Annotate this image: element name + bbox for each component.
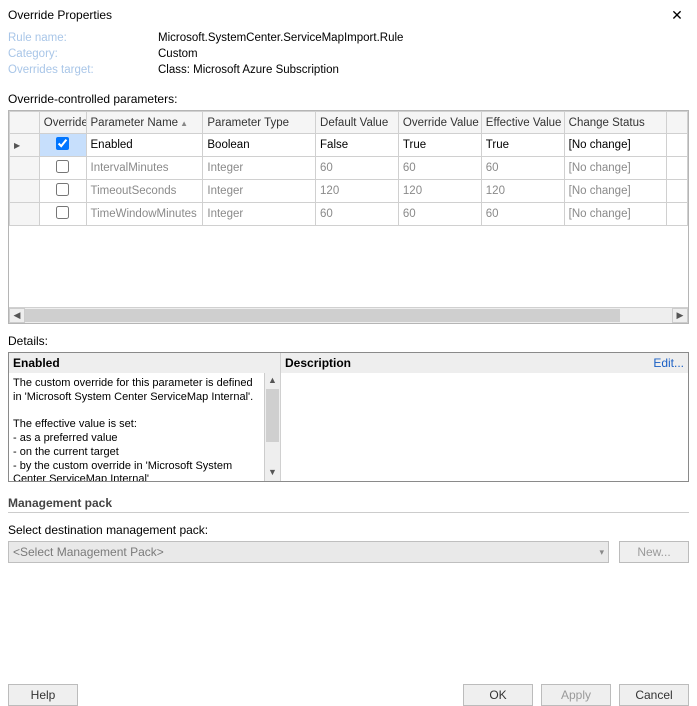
category-value: Custom — [158, 48, 198, 60]
override-checkbox[interactable] — [56, 183, 69, 196]
edit-link[interactable]: Edit... — [653, 356, 684, 370]
management-pack-select[interactable]: <Select Management Pack> ▾ — [8, 541, 609, 563]
cancel-button[interactable]: Cancel — [619, 684, 689, 706]
ok-button[interactable]: OK — [463, 684, 533, 706]
cell-effective-value: 60 — [481, 157, 564, 180]
cell-effective-value: True — [481, 134, 564, 157]
col-override-value[interactable]: Override Value — [398, 112, 481, 134]
footer-buttons: Help OK Apply Cancel — [8, 684, 689, 706]
overrides-target-label: Overrides target: — [8, 64, 158, 76]
cell-default-value: 60 — [316, 157, 399, 180]
row-header — [10, 180, 40, 203]
col-parameter-name[interactable]: Parameter Name▲ — [86, 112, 203, 134]
details-box: Enabled The custom override for this par… — [8, 352, 689, 482]
cell-parameter-name: TimeoutSeconds — [86, 180, 203, 203]
details-left-body: The custom override for this parameter i… — [9, 373, 280, 481]
management-pack-select-value: <Select Management Pack> — [13, 545, 164, 559]
col-end — [666, 112, 687, 134]
parameters-grid: Override Parameter Name▲ Parameter Type … — [8, 110, 689, 324]
details-v-scrollbar[interactable]: ▲ ▼ — [264, 373, 280, 481]
col-change-status[interactable]: Change Status — [564, 112, 666, 134]
cell-parameter-type: Boolean — [203, 134, 316, 157]
cell-parameter-name: IntervalMinutes — [86, 157, 203, 180]
cell-parameter-type: Integer — [203, 203, 316, 226]
scroll-left-icon[interactable]: ◀ — [9, 308, 25, 323]
chevron-down-icon: ▾ — [599, 547, 604, 558]
cell-parameter-type: Integer — [203, 180, 316, 203]
cell-parameter-name: Enabled — [86, 134, 203, 157]
col-override[interactable]: Override — [39, 112, 86, 134]
management-pack-label: Select destination management pack: — [8, 523, 689, 537]
cell-change-status: [No change] — [564, 157, 666, 180]
close-button[interactable]: ✕ — [665, 6, 689, 24]
row-header — [10, 157, 40, 180]
override-checkbox[interactable] — [56, 206, 69, 219]
details-right-header: Description — [285, 356, 351, 370]
cell-default-value: False — [316, 134, 399, 157]
cell-effective-value: 120 — [481, 180, 564, 203]
window-title: Override Properties — [8, 8, 112, 22]
cell-end — [666, 180, 687, 203]
cell-change-status: [No change] — [564, 203, 666, 226]
table-row[interactable]: EnabledBooleanFalseTrueTrue[No change] — [10, 134, 688, 157]
cell-default-value: 120 — [316, 180, 399, 203]
override-checkbox-cell[interactable] — [39, 180, 86, 203]
new-button[interactable]: New... — [619, 541, 689, 563]
rule-name-value: Microsoft.SystemCenter.ServiceMapImport.… — [158, 32, 403, 44]
details-label: Details: — [0, 324, 697, 352]
sort-asc-icon: ▲ — [180, 119, 188, 128]
col-parameter-name-label: Parameter Name — [91, 117, 179, 129]
table-row[interactable]: TimeWindowMinutesInteger606060[No change… — [10, 203, 688, 226]
override-checkbox-cell[interactable] — [39, 203, 86, 226]
grid-h-scrollbar[interactable]: ◀ ▶ — [9, 307, 688, 323]
scroll-down-icon[interactable]: ▼ — [265, 465, 280, 481]
cell-change-status: [No change] — [564, 180, 666, 203]
row-header — [10, 203, 40, 226]
cell-override-value[interactable]: True — [398, 134, 481, 157]
col-default-value[interactable]: Default Value — [316, 112, 399, 134]
col-parameter-type[interactable]: Parameter Type — [203, 112, 316, 134]
override-checkbox-cell[interactable] — [39, 157, 86, 180]
scroll-right-icon[interactable]: ▶ — [672, 308, 688, 323]
cell-change-status: [No change] — [564, 134, 666, 157]
cell-parameter-name: TimeWindowMinutes — [86, 203, 203, 226]
cell-parameter-type: Integer — [203, 157, 316, 180]
cell-override-value[interactable]: 120 — [398, 180, 481, 203]
col-effective-value[interactable]: Effective Value — [481, 112, 564, 134]
override-checkbox[interactable] — [56, 137, 69, 150]
overrides-target-value: Class: Microsoft Azure Subscription — [158, 64, 339, 76]
close-icon: ✕ — [671, 7, 683, 24]
cell-default-value: 60 — [316, 203, 399, 226]
properties-section: Rule name: Microsoft.SystemCenter.Servic… — [0, 28, 697, 86]
override-checkbox[interactable] — [56, 160, 69, 173]
titlebar: Override Properties ✕ — [0, 0, 697, 28]
cell-effective-value: 60 — [481, 203, 564, 226]
management-pack-title: Management pack — [8, 496, 689, 513]
row-header — [10, 134, 40, 157]
cell-end — [666, 134, 687, 157]
table-row[interactable]: IntervalMinutesInteger606060[No change] — [10, 157, 688, 180]
grid-corner — [10, 112, 40, 134]
cell-end — [666, 157, 687, 180]
cell-override-value[interactable]: 60 — [398, 203, 481, 226]
rule-name-label: Rule name: — [8, 32, 158, 44]
scroll-up-icon[interactable]: ▲ — [265, 373, 280, 389]
grid-caption: Override-controlled parameters: — [0, 86, 697, 110]
apply-button[interactable]: Apply — [541, 684, 611, 706]
cell-override-value[interactable]: 60 — [398, 157, 481, 180]
category-label: Category: — [8, 48, 158, 60]
cell-end — [666, 203, 687, 226]
override-checkbox-cell[interactable] — [39, 134, 86, 157]
help-button[interactable]: Help — [8, 684, 78, 706]
table-row[interactable]: TimeoutSecondsInteger120120120[No change… — [10, 180, 688, 203]
details-left-header: Enabled — [9, 353, 280, 373]
